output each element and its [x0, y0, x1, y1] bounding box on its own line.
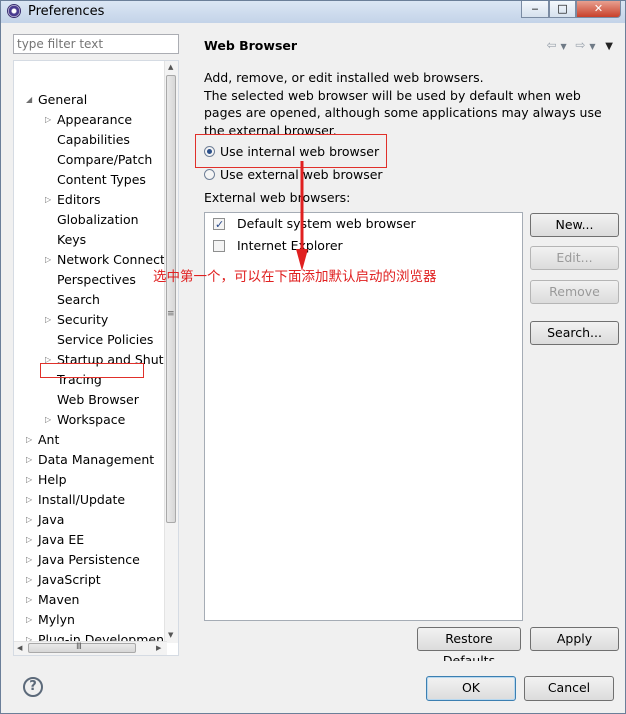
- minimize-button[interactable]: ‒: [521, 1, 549, 18]
- tree-item-search[interactable]: Search: [57, 290, 100, 310]
- back-dropdown-icon[interactable]: ▼: [560, 42, 566, 51]
- browser-checkbox[interactable]: [213, 215, 225, 235]
- eclipse-app-icon: [7, 4, 21, 18]
- browser-label: Default system web browser: [237, 216, 416, 231]
- scroll-left-icon[interactable]: ◀: [17, 644, 22, 652]
- expanded-arrow-icon[interactable]: ◢: [26, 90, 34, 110]
- tree-horizontal-scrollbar[interactable]: ◀ III ▶: [14, 641, 167, 655]
- tree-item-service-policies[interactable]: Service Policies: [57, 330, 153, 350]
- tree-item-appearance[interactable]: Appearance: [57, 110, 132, 130]
- expand-arrow-icon[interactable]: ▷: [45, 310, 53, 330]
- expand-arrow-icon[interactable]: ▷: [26, 530, 34, 550]
- expand-arrow-icon[interactable]: ▷: [26, 510, 34, 530]
- remove-button[interactable]: Remove: [530, 280, 619, 304]
- expand-arrow-icon[interactable]: ▷: [45, 190, 53, 210]
- view-menu-icon[interactable]: ▼: [605, 41, 613, 52]
- close-button[interactable]: ✕: [576, 1, 621, 18]
- scroll-up-icon[interactable]: ▲: [168, 63, 173, 71]
- tree-item-install-update[interactable]: Install/Update: [38, 490, 125, 510]
- page-navigation: ⇦ ▼ ⇨ ▼ ▼: [547, 38, 613, 52]
- tree-item-mylyn[interactable]: Mylyn: [38, 610, 75, 630]
- preferences-tree: ◢ General ▷ Appearance Capabilities Compare/P…: [13, 60, 179, 656]
- tree-item-javascript[interactable]: JavaScript: [38, 570, 101, 590]
- tree-item-workspace[interactable]: Workspace: [57, 410, 125, 430]
- apply-button[interactable]: Apply: [530, 627, 619, 651]
- window-title: Preferences: [28, 4, 105, 19]
- forward-arrow-icon[interactable]: ⇨: [575, 38, 585, 52]
- scroll-down-icon[interactable]: ▼: [168, 631, 173, 639]
- page-title: Web Browser: [204, 38, 298, 53]
- expand-arrow-icon[interactable]: ▷: [26, 490, 34, 510]
- expand-arrow-icon[interactable]: ▷: [26, 450, 34, 470]
- vertical-scroll-thumb[interactable]: [166, 75, 176, 523]
- expand-arrow-icon[interactable]: ▷: [26, 610, 34, 630]
- dialog-footer: ? OK Cancel: [1, 661, 625, 713]
- filter-input[interactable]: [13, 34, 179, 54]
- scroll-grip-icon: ≡: [167, 309, 174, 319]
- tree-item-java-persistence[interactable]: Java Persistence: [38, 550, 140, 570]
- expand-arrow-icon[interactable]: ▷: [45, 410, 53, 430]
- tree-item-web-browser[interactable]: Web Browser: [57, 390, 139, 410]
- annotation-text: 选中第一个，可以在下面添加默认启动的浏览器: [153, 269, 437, 285]
- expand-arrow-icon[interactable]: ▷: [26, 570, 34, 590]
- tree-item-java-ee[interactable]: Java EE: [38, 530, 84, 550]
- restore-defaults-button[interactable]: Restore Defaults: [417, 627, 521, 668]
- tree-item-security[interactable]: Security: [57, 310, 108, 330]
- hscroll-grip-icon: III: [76, 642, 82, 652]
- expand-arrow-icon[interactable]: ▷: [26, 430, 34, 450]
- tree-vertical-scrollbar[interactable]: ▲ ≡ ▼: [164, 61, 178, 643]
- tree-item-capabilities[interactable]: Capabilities: [57, 130, 130, 150]
- horizontal-scroll-thumb[interactable]: [28, 643, 136, 653]
- description-line: Add, remove, or edit installed web brows…: [204, 70, 484, 85]
- browser-checkbox[interactable]: [213, 240, 225, 252]
- radio-unselected-icon[interactable]: [204, 169, 215, 180]
- forward-dropdown-icon[interactable]: ▼: [589, 42, 595, 51]
- tree-item-compare-patch[interactable]: Compare/Patch: [57, 150, 152, 170]
- internal-browser-highlight-box: [195, 134, 387, 168]
- expand-arrow-icon[interactable]: ▷: [26, 590, 34, 610]
- tree-item-help[interactable]: Help: [38, 470, 67, 490]
- cancel-button[interactable]: Cancel: [524, 676, 614, 701]
- tree-item-perspectives[interactable]: Perspectives: [57, 270, 136, 290]
- tree-item-globalization[interactable]: Globalization: [57, 210, 139, 230]
- back-arrow-icon[interactable]: ⇦: [547, 38, 557, 52]
- ok-button[interactable]: OK: [426, 676, 516, 701]
- preferences-window: Preferences ‒ □ ✕ ◢General▷AppearanceCap…: [0, 0, 626, 714]
- expand-arrow-icon[interactable]: ▷: [45, 110, 53, 130]
- web-browser-highlight-box: [40, 363, 144, 378]
- tree-content: ◢ General ▷ Appearance Capabilities Compare/P…: [14, 61, 167, 643]
- tree-item-ant[interactable]: Ant: [38, 430, 59, 450]
- tree-item-content-types[interactable]: Content Types: [57, 170, 146, 190]
- new-button[interactable]: New...: [530, 213, 619, 237]
- web-browser-page: Web Browser ⇦ ▼ ⇨ ▼ ▼ Add, remove, or ed…: [191, 30, 621, 668]
- external-browsers-label: External web browsers:: [204, 190, 351, 205]
- tree-item-editors[interactable]: Editors: [57, 190, 101, 210]
- title-bar: Preferences ‒ □ ✕: [1, 1, 625, 23]
- help-icon[interactable]: ?: [23, 677, 43, 697]
- tree-item-general[interactable]: General: [38, 90, 87, 110]
- page-description: Add, remove, or edit installed web brows…: [204, 69, 616, 139]
- tree-item-data-management[interactable]: Data Management: [38, 450, 154, 470]
- search-button[interactable]: Search...: [530, 321, 619, 345]
- expand-arrow-icon[interactable]: ▷: [45, 250, 53, 270]
- expand-arrow-icon[interactable]: ▷: [26, 550, 34, 570]
- tree-item-keys[interactable]: Keys: [57, 230, 86, 250]
- annotation-arrow-icon: [296, 161, 308, 271]
- description-line: The selected web browser will be used by…: [204, 87, 602, 138]
- tree-item-java[interactable]: Java: [38, 510, 64, 530]
- browser-label: Internet Explorer: [237, 238, 343, 253]
- edit-button[interactable]: Edit...: [530, 246, 619, 270]
- maximize-button[interactable]: □: [549, 1, 576, 18]
- scroll-right-icon[interactable]: ▶: [156, 644, 161, 652]
- expand-arrow-icon[interactable]: ▷: [26, 470, 34, 490]
- preferences-tree-pane: ◢General▷AppearanceCapabilitiesCompare/P…: [9, 30, 181, 660]
- tree-item-network-connecti[interactable]: Network Connecti: [57, 250, 167, 270]
- tree-item-maven[interactable]: Maven: [38, 590, 79, 610]
